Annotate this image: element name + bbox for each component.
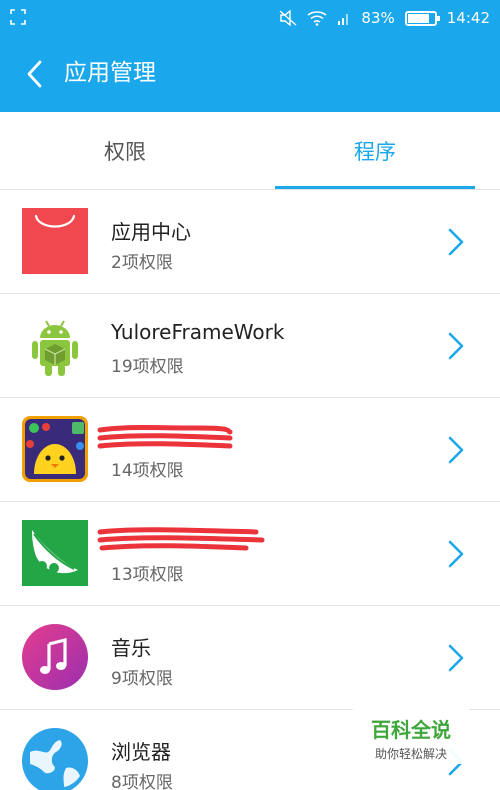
mute-icon bbox=[279, 10, 297, 26]
battery-icon bbox=[404, 10, 440, 26]
shopping-bag-icon bbox=[22, 208, 88, 274]
tab-bar: 权限 程序 bbox=[0, 112, 500, 190]
page-title: 应用管理 bbox=[64, 60, 156, 86]
tab-indicator bbox=[275, 186, 475, 189]
chevron-right-icon bbox=[448, 644, 464, 672]
status-bar: 83% 14:42 bbox=[0, 0, 500, 36]
app-name: YuloreFrameWork bbox=[111, 320, 285, 344]
app-name: 应用中心 bbox=[111, 220, 191, 244]
screenshot-icon bbox=[10, 9, 26, 25]
chevron-left-icon bbox=[27, 60, 42, 88]
redaction-mark bbox=[97, 425, 233, 449]
tab-programs[interactable]: 程序 bbox=[250, 112, 500, 190]
app-bar: 应用管理 bbox=[0, 36, 500, 112]
watermark-title: 百科全说 bbox=[371, 718, 451, 742]
permission-count: 9项权限 bbox=[111, 669, 173, 689]
app-name: 音乐 bbox=[111, 636, 151, 660]
game-chick-icon bbox=[22, 416, 88, 482]
clock: 14:42 bbox=[446, 9, 490, 27]
watermark: 百科全说 助你轻松解决 bbox=[352, 708, 470, 764]
list-item[interactable]: 14项权限 bbox=[0, 398, 500, 502]
tab-permissions[interactable]: 权限 bbox=[0, 112, 250, 190]
permission-count: 8项权限 bbox=[111, 773, 173, 790]
chevron-right-icon bbox=[448, 228, 464, 256]
permission-count: 19项权限 bbox=[111, 357, 184, 377]
app-name: 浏览器 bbox=[111, 740, 171, 764]
music-note-icon bbox=[22, 624, 88, 690]
list-item[interactable]: 应用中心 2项权限 bbox=[0, 190, 500, 294]
chevron-right-icon bbox=[448, 540, 464, 568]
wifi-icon bbox=[307, 11, 327, 26]
permission-count: 14项权限 bbox=[111, 461, 184, 481]
chevron-right-icon bbox=[448, 436, 464, 464]
permission-count: 13项权限 bbox=[111, 565, 184, 585]
list-item[interactable]: 音乐 9项权限 bbox=[0, 606, 500, 710]
battery-percent: 83% bbox=[361, 9, 395, 27]
watermark-subtitle: 助你轻松解决 bbox=[374, 747, 447, 761]
globe-icon bbox=[22, 728, 88, 790]
back-button[interactable] bbox=[14, 52, 54, 96]
signal-icon bbox=[338, 14, 349, 25]
permission-count: 2项权限 bbox=[111, 253, 173, 273]
android-robot-icon bbox=[32, 320, 78, 376]
redaction-mark bbox=[97, 527, 265, 551]
list-item[interactable]: YuloreFrameWork 19项权限 bbox=[0, 294, 500, 398]
pea-pod-icon bbox=[22, 520, 88, 586]
chevron-right-icon bbox=[448, 332, 464, 360]
list-item[interactable]: 13项权限 bbox=[0, 502, 500, 606]
